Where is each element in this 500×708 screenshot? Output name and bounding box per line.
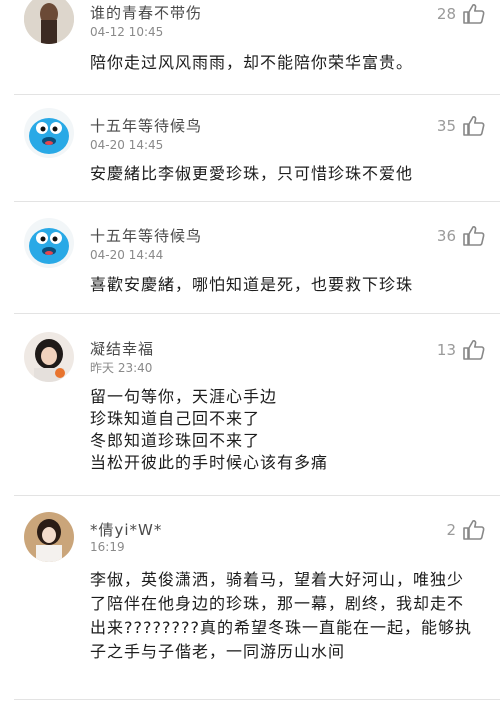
comment-line: 李俶，英俊潇洒，骑着马，望着大好河山，唯独少了陪伴在他身边的珍珠，那一幕，剧终，… bbox=[90, 570, 472, 661]
username[interactable]: *倩yi*W* bbox=[90, 519, 162, 540]
timestamp: 04-12 10:45 bbox=[90, 25, 164, 39]
avatar-photo-icon bbox=[24, 0, 74, 44]
divider bbox=[14, 699, 500, 700]
timestamp: 04-20 14:44 bbox=[90, 248, 164, 262]
avatar[interactable] bbox=[24, 332, 74, 382]
comment-line: 喜歡安慶緒，哪怕知道是死，也要救下珍珠 bbox=[90, 275, 414, 294]
like-button[interactable]: 28 bbox=[437, 2, 486, 26]
comment-line: 珍珠知道自己回不来了 bbox=[90, 409, 261, 428]
username[interactable]: 谁的青春不带伤 bbox=[90, 2, 202, 23]
comment-text: 喜歡安慶緒，哪怕知道是死，也要救下珍珠 bbox=[90, 274, 480, 296]
blue-cartoon-avatar-icon bbox=[24, 218, 74, 268]
comment-feed: 谁的青春不带伤 04-12 10:45 28 陪你走过风风雨雨，却不能陪你荣华富… bbox=[0, 0, 500, 708]
avatar[interactable] bbox=[24, 108, 74, 158]
comment-item: 谁的青春不带伤 04-12 10:45 28 陪你走过风风雨雨，却不能陪你荣华富… bbox=[0, 0, 500, 95]
comment-item: *倩yi*W* 16:19 2 李俶，英俊潇洒，骑着马，望着大好河山，唯独少了陪… bbox=[0, 496, 500, 708]
comment-line: 当松开彼此的手时候心该有多痛 bbox=[90, 453, 329, 472]
username[interactable]: 凝结幸福 bbox=[90, 338, 154, 359]
comment-item: 十五年等待候鸟 04-20 14:45 35 安慶緒比李俶更愛珍珠，只可惜珍珠不… bbox=[0, 95, 500, 202]
username[interactable]: 十五年等待候鸟 bbox=[90, 225, 202, 246]
thumbs-up-icon bbox=[463, 520, 485, 540]
thumbs-up-icon bbox=[463, 116, 485, 136]
like-count: 36 bbox=[436, 227, 456, 245]
avatar-photo-icon bbox=[24, 332, 74, 382]
like-count: 28 bbox=[436, 5, 456, 23]
timestamp: 04-20 14:45 bbox=[90, 138, 164, 152]
like-button[interactable]: 36 bbox=[437, 224, 486, 248]
avatar[interactable] bbox=[24, 218, 74, 268]
thumbs-up-icon bbox=[463, 226, 485, 246]
comment-text: 留一句等你，天涯心手边 珍珠知道自己回不来了 冬郎知道珍珠回不来了 当松开彼此的… bbox=[90, 386, 480, 474]
avatar-photo-icon bbox=[24, 512, 74, 562]
comment-item: 十五年等待候鸟 04-20 14:44 36 喜歡安慶緒，哪怕知道是死，也要救下… bbox=[0, 202, 500, 314]
like-count: 35 bbox=[436, 117, 456, 135]
comment-line: 陪你走过风风雨雨，却不能陪你荣华富贵。 bbox=[90, 53, 414, 72]
avatar[interactable] bbox=[24, 512, 74, 562]
comment-text: 李俶，英俊潇洒，骑着马，望着大好河山，唯独少了陪伴在他身边的珍珠，那一幕，剧终，… bbox=[90, 568, 480, 664]
blue-cartoon-avatar-icon bbox=[24, 108, 74, 158]
thumbs-up-icon bbox=[463, 340, 485, 360]
like-button[interactable]: 13 bbox=[437, 338, 486, 362]
username[interactable]: 十五年等待候鸟 bbox=[90, 115, 202, 136]
comment-text: 安慶緒比李俶更愛珍珠，只可惜珍珠不爱他 bbox=[90, 163, 480, 185]
like-button[interactable]: 35 bbox=[437, 114, 486, 138]
avatar[interactable] bbox=[24, 0, 74, 44]
comment-line: 冬郎知道珍珠回不来了 bbox=[90, 431, 261, 450]
like-count: 2 bbox=[446, 521, 456, 539]
thumbs-up-icon bbox=[463, 4, 485, 24]
comment-line: 安慶緒比李俶更愛珍珠，只可惜珍珠不爱他 bbox=[90, 164, 414, 183]
comment-line: 留一句等你，天涯心手边 bbox=[90, 387, 278, 406]
timestamp: 昨天 23:40 bbox=[90, 361, 153, 375]
like-count: 13 bbox=[436, 341, 456, 359]
timestamp: 16:19 bbox=[90, 540, 125, 554]
comment-item: 凝结幸福 昨天 23:40 13 留一句等你，天涯心手边 珍珠知道自己回不来了 … bbox=[0, 314, 500, 496]
like-button[interactable]: 2 bbox=[446, 518, 486, 542]
comment-text: 陪你走过风风雨雨，却不能陪你荣华富贵。 bbox=[90, 52, 480, 74]
